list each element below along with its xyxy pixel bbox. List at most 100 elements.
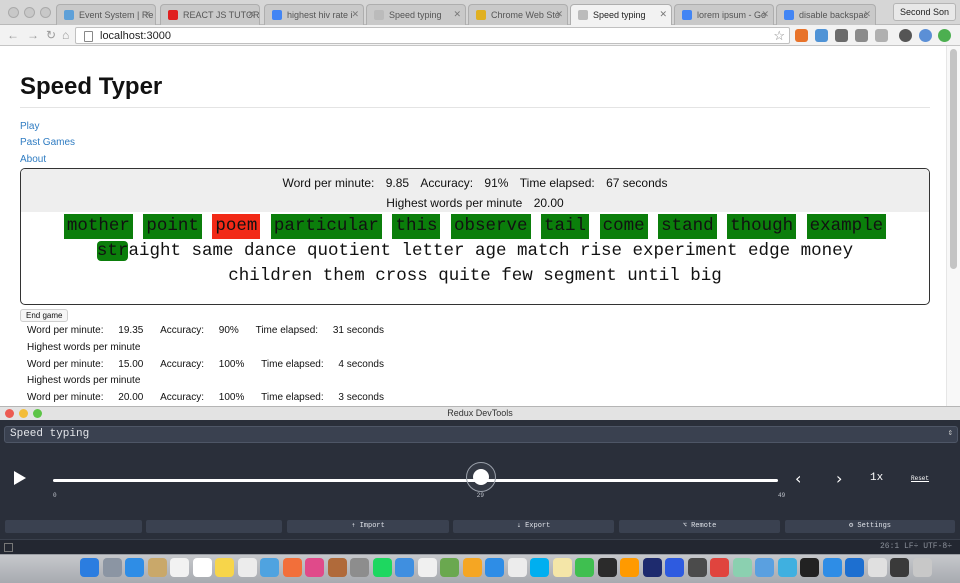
dock-app-icon[interactable] xyxy=(102,558,122,577)
address-bar[interactable]: localhost:3000 ☆ xyxy=(75,27,790,44)
scrollbar-thumb[interactable] xyxy=(950,49,957,269)
nav-link-play[interactable]: Play xyxy=(20,121,39,132)
home-icon[interactable]: ⌂ xyxy=(62,28,69,42)
extension-icon[interactable] xyxy=(855,29,868,42)
dock-app-icon[interactable] xyxy=(372,558,392,577)
slider-value-label: 29 xyxy=(476,492,484,499)
action-slider-track[interactable] xyxy=(53,479,778,482)
action-slider-knob[interactable] xyxy=(465,462,496,492)
chart-toggle-button[interactable] xyxy=(146,520,282,533)
dock-app-icon[interactable] xyxy=(530,558,549,577)
browser-tab[interactable]: Speed typing ✕ xyxy=(366,4,466,25)
dock-app-icon[interactable] xyxy=(170,558,189,577)
extension-icon[interactable] xyxy=(835,29,848,42)
dock-app-icon[interactable] xyxy=(237,558,257,577)
dock-app-icon[interactable] xyxy=(282,558,302,577)
dock-app-icon[interactable] xyxy=(552,558,572,577)
tab-close-icon[interactable]: ✕ xyxy=(555,9,563,20)
tab-close-icon[interactable]: ✕ xyxy=(659,9,667,20)
import-button[interactable]: ⇡ Import xyxy=(287,520,449,533)
dock-app-icon[interactable] xyxy=(912,558,932,577)
browser-tab[interactable]: highest hiv rate i ✕ xyxy=(264,4,364,25)
dock-app-icon[interactable] xyxy=(890,558,909,577)
dock-app-icon[interactable] xyxy=(440,558,459,577)
forward-arrow-icon[interactable]: → xyxy=(27,28,39,42)
step-forward-icon[interactable]: › xyxy=(836,469,842,488)
play-button[interactable] xyxy=(14,471,26,485)
dock-app-icon[interactable] xyxy=(687,558,707,577)
devtools-minimize-button[interactable] xyxy=(19,409,28,418)
dock-app-icon[interactable] xyxy=(485,558,504,577)
extension-icon[interactable] xyxy=(875,29,888,42)
dock-app-icon[interactable] xyxy=(305,558,324,577)
devtools-close-button[interactable] xyxy=(5,409,14,418)
tab-close-icon[interactable]: ✕ xyxy=(453,9,461,20)
dock-app-icon[interactable] xyxy=(507,558,527,577)
remote-button[interactable]: ⌥ Remote xyxy=(619,520,780,533)
dock-app-icon[interactable] xyxy=(462,558,482,577)
dock-app-icon[interactable] xyxy=(80,558,99,577)
window-zoom-button[interactable] xyxy=(40,7,51,18)
dock-app-icon[interactable] xyxy=(665,558,684,577)
extension-icon[interactable] xyxy=(899,29,912,42)
dock-app-icon[interactable] xyxy=(822,558,842,577)
browser-tab-active[interactable]: Speed typing ✕ xyxy=(570,4,672,25)
dock-app-icon[interactable] xyxy=(125,558,144,577)
dock-app-icon[interactable] xyxy=(147,558,167,577)
dock-app-icon[interactable] xyxy=(260,558,279,577)
browser-tab[interactable]: Event System | Re ✕ xyxy=(56,4,156,25)
dock-app-icon[interactable] xyxy=(620,558,639,577)
dock-app-icon[interactable] xyxy=(575,558,594,577)
page-icon xyxy=(84,31,93,42)
tab-close-icon[interactable]: ✕ xyxy=(143,9,151,20)
tab-close-icon[interactable]: ✕ xyxy=(761,9,769,20)
browser-tab[interactable]: REACT JS TUTORI ✕ xyxy=(160,4,260,25)
tab-close-icon[interactable]: ✕ xyxy=(247,9,255,20)
end-game-button[interactable]: End game xyxy=(20,309,69,322)
instance-select[interactable]: Speed typing ⇕ xyxy=(4,426,958,443)
step-back-icon[interactable]: ‹ xyxy=(795,469,801,488)
extension-icon[interactable] xyxy=(795,29,808,42)
nav-link-about[interactable]: About xyxy=(20,154,46,165)
window-minimize-button[interactable] xyxy=(24,7,35,18)
dock-app-icon[interactable] xyxy=(777,558,797,577)
dock-app-icon[interactable] xyxy=(867,558,887,577)
divider xyxy=(20,107,930,108)
dock-app-icon[interactable] xyxy=(710,558,729,577)
browser-tab[interactable]: lorem ipsum - Go ✕ xyxy=(674,4,774,25)
profile-button[interactable]: Second Son xyxy=(892,3,956,21)
dock-app-icon[interactable] xyxy=(215,558,234,577)
browser-tab[interactable]: disable backspac ✕ xyxy=(776,4,876,25)
dock-app-icon[interactable] xyxy=(845,558,864,577)
bookmark-star-icon[interactable]: ☆ xyxy=(773,28,785,44)
reset-button[interactable]: Reset xyxy=(911,475,929,482)
playback-speed-button[interactable]: 1x xyxy=(870,472,883,484)
monitor-toggle-button[interactable] xyxy=(5,520,142,533)
extension-icon[interactable] xyxy=(919,29,932,42)
typed-word-correct: this xyxy=(392,214,441,239)
panel-toggle-icon[interactable] xyxy=(4,543,13,552)
browser-tab[interactable]: Chrome Web Sto ✕ xyxy=(468,4,568,25)
export-button[interactable]: ⇣ Export xyxy=(453,520,614,533)
dock-app-icon[interactable] xyxy=(755,558,774,577)
page-scrollbar[interactable] xyxy=(946,46,960,406)
dock-app-icon[interactable] xyxy=(732,558,752,577)
reload-icon[interactable]: ↻ xyxy=(46,28,56,42)
back-arrow-icon[interactable]: ← xyxy=(7,28,19,42)
settings-button[interactable]: ⚙ Settings xyxy=(785,520,955,533)
react-devtools-icon[interactable] xyxy=(815,29,828,42)
dock-app-icon[interactable] xyxy=(800,558,819,577)
nav-link-past-games[interactable]: Past Games xyxy=(20,137,75,148)
window-close-button[interactable] xyxy=(8,7,19,18)
tab-close-icon[interactable]: ✕ xyxy=(351,9,359,20)
dock-app-icon[interactable] xyxy=(327,558,347,577)
devtools-zoom-button[interactable] xyxy=(33,409,42,418)
extension-icon[interactable] xyxy=(938,29,951,42)
dock-app-icon[interactable] xyxy=(597,558,617,577)
tab-close-icon[interactable]: ✕ xyxy=(863,9,871,20)
dock-app-icon[interactable] xyxy=(192,558,212,577)
dock-app-icon[interactable] xyxy=(350,558,369,577)
dock-app-icon[interactable] xyxy=(642,558,662,577)
dock-app-icon[interactable] xyxy=(417,558,437,577)
dock-app-icon[interactable] xyxy=(395,558,414,577)
